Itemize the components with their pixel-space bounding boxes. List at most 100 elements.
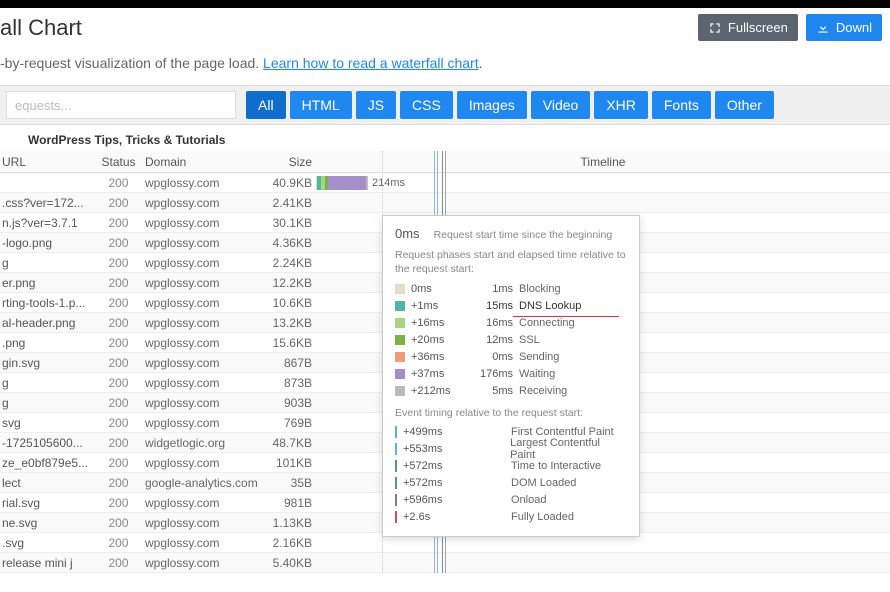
tooltip-phases-heading: Request phases start and elapsed time re…	[395, 248, 627, 276]
cell-timeline	[316, 553, 890, 573]
tooltip-phase-row: 0ms1msBlocking	[395, 281, 627, 298]
cell-status: 200	[96, 176, 141, 190]
filter-tab-fonts[interactable]: Fonts	[652, 91, 711, 119]
tooltip-phase-row: +36ms0msSending	[395, 349, 627, 366]
phase-offset: +37ms	[411, 368, 463, 380]
cell-status: 200	[96, 436, 141, 450]
cell-size: 903B	[266, 396, 316, 410]
cell-status: 200	[96, 536, 141, 550]
cell-size: 4.36KB	[266, 236, 316, 250]
phase-name: DNS Lookup	[519, 300, 581, 312]
phase-color-swatch	[395, 352, 405, 362]
cell-status: 200	[96, 256, 141, 270]
cell-url: -1725105600...	[0, 436, 96, 450]
filter-tab-all[interactable]: All	[246, 91, 286, 119]
cell-status: 200	[96, 456, 141, 470]
cell-url: lect	[0, 476, 96, 490]
table-row[interactable]: release mini j200wpglossy.com5.40KB	[0, 553, 890, 573]
event-name: Largest Contentful Paint	[510, 437, 627, 461]
phase-name: Waiting	[519, 368, 555, 380]
filter-tab-css[interactable]: CSS	[400, 91, 453, 119]
cell-url: n.js?ver=3.7.1	[0, 216, 96, 230]
cell-size: 2.24KB	[266, 256, 316, 270]
filter-tab-video[interactable]: Video	[531, 91, 591, 119]
event-name: Fully Loaded	[511, 511, 574, 523]
filter-tab-js[interactable]: JS	[356, 91, 396, 119]
col-url[interactable]: URL	[0, 155, 96, 169]
cell-domain: wpglossy.com	[141, 416, 266, 430]
table-row[interactable]: .css?ver=172...200wpglossy.com2.41KB	[0, 193, 890, 213]
phase-duration: 1ms	[469, 283, 513, 295]
cell-domain: wpglossy.com	[141, 276, 266, 290]
cell-size: 30.1KB	[266, 216, 316, 230]
event-offset: +596ms	[403, 494, 455, 506]
event-color-swatch	[395, 460, 397, 472]
cell-size: 981B	[266, 496, 316, 510]
cell-url: ze_e0bf879e5...	[0, 456, 96, 470]
cell-domain: wpglossy.com	[141, 316, 266, 330]
subtitle: -by-request visualization of the page lo…	[0, 47, 890, 85]
cell-status: 200	[96, 336, 141, 350]
cell-domain: wpglossy.com	[141, 356, 266, 370]
cell-domain: widgetlogic.org	[141, 436, 266, 450]
cell-size: 769B	[266, 416, 316, 430]
cell-status: 200	[96, 476, 141, 490]
timing-tooltip: 0ms Request start time since the beginni…	[382, 215, 640, 537]
subtitle-link[interactable]: Learn how to read a waterfall chart	[263, 55, 479, 71]
phase-color-swatch	[395, 386, 405, 396]
cell-domain: wpglossy.com	[141, 516, 266, 530]
cell-status: 200	[96, 376, 141, 390]
col-status[interactable]: Status	[96, 155, 141, 169]
fullscreen-icon	[708, 21, 722, 35]
cell-url: .svg	[0, 536, 96, 550]
event-color-swatch	[395, 426, 397, 438]
col-domain[interactable]: Domain	[141, 155, 266, 169]
cell-url: gin.svg	[0, 356, 96, 370]
cell-url: g	[0, 256, 96, 270]
filter-tab-xhr[interactable]: XHR	[594, 91, 648, 119]
cell-status: 200	[96, 556, 141, 570]
page-label: WordPress Tips, Tricks & Tutorials	[0, 125, 890, 151]
cell-domain: wpglossy.com	[141, 196, 266, 210]
cell-domain: wpglossy.com	[141, 336, 266, 350]
phase-duration: 15ms	[469, 300, 513, 312]
table-row[interactable]: 200wpglossy.com40.9KB214ms	[0, 173, 890, 193]
cell-status: 200	[96, 196, 141, 210]
fullscreen-button[interactable]: Fullscreen	[698, 14, 798, 41]
tooltip-phase-row: +1ms 15ms DNS Lookup	[395, 298, 627, 315]
col-timeline[interactable]: Timeline	[316, 155, 890, 169]
download-button[interactable]: Downl	[806, 14, 882, 41]
cell-domain: wpglossy.com	[141, 376, 266, 390]
cell-size: 40.9KB	[266, 176, 316, 190]
event-color-swatch	[395, 494, 397, 506]
phase-name: Blocking	[519, 283, 561, 295]
cell-status: 200	[96, 216, 141, 230]
filter-input[interactable]	[6, 91, 236, 119]
table-header: URL Status Domain Size Timeline	[0, 151, 890, 173]
phase-name: Receiving	[519, 385, 567, 397]
cell-status: 200	[96, 236, 141, 250]
window-topbar	[0, 0, 890, 8]
phase-offset: +1ms	[411, 300, 463, 312]
cell-timeline: 214ms	[316, 173, 890, 193]
phase-duration: 12ms	[469, 334, 513, 346]
tooltip-phase-row: +20ms12msSSL	[395, 332, 627, 349]
filter-tab-html[interactable]: HTML	[290, 91, 352, 119]
cell-domain: wpglossy.com	[141, 216, 266, 230]
cell-domain: wpglossy.com	[141, 536, 266, 550]
cell-size: 5.40KB	[266, 556, 316, 570]
filter-tab-images[interactable]: Images	[457, 91, 527, 119]
filter-tab-other[interactable]: Other	[715, 91, 774, 119]
cell-size: 10.6KB	[266, 296, 316, 310]
col-size[interactable]: Size	[266, 155, 316, 169]
cell-status: 200	[96, 496, 141, 510]
event-name: DOM Loaded	[511, 477, 576, 489]
cell-size: 35B	[266, 476, 316, 490]
subtitle-tail: .	[479, 55, 483, 71]
cell-timeline	[316, 193, 890, 213]
cell-url: g	[0, 396, 96, 410]
cell-size: 2.41KB	[266, 196, 316, 210]
tooltip-start-label: Request start time since the beginning	[434, 228, 613, 242]
cell-status: 200	[96, 396, 141, 410]
tooltip-phase-row: +16ms16msConnecting	[395, 315, 627, 332]
